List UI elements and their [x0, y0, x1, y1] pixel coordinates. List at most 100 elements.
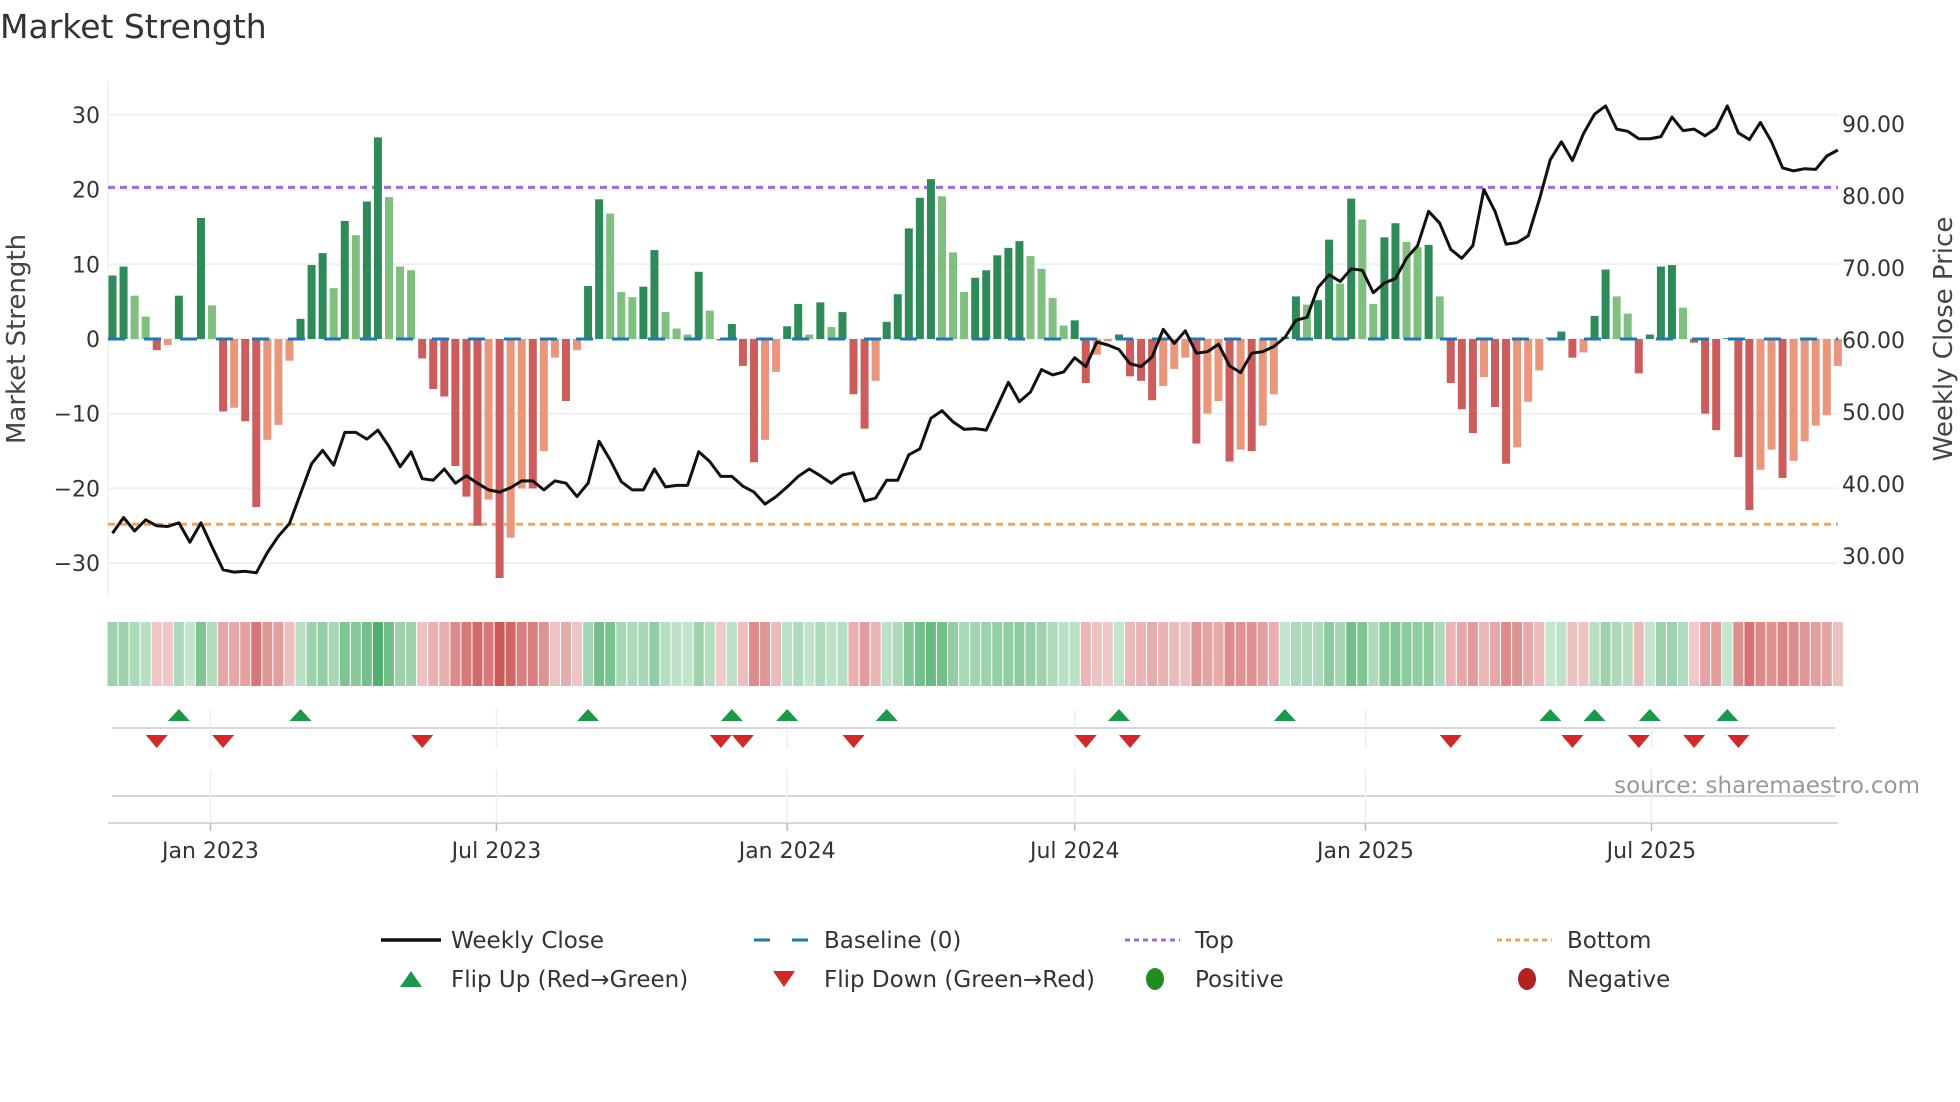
- heat-cell: [704, 622, 715, 686]
- heat-cell: [218, 622, 229, 686]
- strength-bar: [340, 220, 349, 339]
- heat-cell: [1733, 622, 1744, 686]
- flip-down-marker: [709, 735, 732, 748]
- heat-cell: [793, 622, 804, 686]
- y-tick-label: 30: [72, 104, 100, 129]
- strength-bar: [351, 235, 360, 339]
- heat-cell: [395, 622, 406, 686]
- heat-cell: [1158, 622, 1169, 686]
- flip-up-marker: [1539, 709, 1562, 721]
- heat-cell: [583, 622, 594, 686]
- strength-bar: [1048, 297, 1057, 339]
- heat-cell: [129, 622, 140, 686]
- heat-cell: [992, 622, 1003, 686]
- heat-cell: [1478, 622, 1489, 686]
- heat-cell: [1689, 622, 1700, 686]
- strength-bar: [849, 339, 858, 395]
- heat-cell: [804, 622, 815, 686]
- heat-cell: [494, 622, 505, 686]
- heat-cell: [1224, 622, 1235, 686]
- strength-bar: [1701, 339, 1710, 414]
- strength-bar: [174, 295, 183, 339]
- strength-bar: [506, 339, 515, 538]
- heat-cell: [162, 622, 173, 686]
- strength-bar: [196, 217, 205, 339]
- heat-cell: [1490, 622, 1500, 686]
- triangle-up-icon: [400, 971, 422, 987]
- heat-cell: [925, 622, 936, 686]
- heat-cell: [1755, 622, 1766, 686]
- strength-heat-strip: [107, 622, 1843, 686]
- y2-tick-label: 40.00: [1842, 473, 1905, 498]
- heat-cell: [671, 622, 682, 686]
- strength-bars: [108, 137, 1842, 579]
- strength-bar: [904, 228, 913, 339]
- strength-bar: [285, 339, 294, 361]
- x-tick-label: Jan 2025: [1315, 839, 1414, 864]
- heat-cell: [1235, 622, 1246, 686]
- strength-bar: [1479, 339, 1488, 378]
- heat-cell: [1523, 622, 1534, 686]
- heat-cell: [1821, 622, 1832, 686]
- heat-cell: [1279, 622, 1290, 686]
- heat-cell: [826, 622, 837, 686]
- heat-cell: [1102, 622, 1113, 686]
- strength-bar: [893, 294, 902, 339]
- flip-up-marker: [167, 709, 190, 721]
- heat-cell: [1379, 622, 1390, 686]
- strength-bar: [838, 312, 847, 339]
- heat-cell: [1434, 622, 1445, 686]
- strength-bar: [1468, 339, 1477, 434]
- strength-bar: [1756, 339, 1765, 470]
- flip-up-marker: [577, 709, 600, 721]
- flip-down-marker: [145, 735, 168, 748]
- strength-bar: [163, 339, 172, 345]
- strength-bar: [650, 250, 659, 339]
- strength-bar: [1159, 339, 1168, 387]
- heat-cell: [1136, 622, 1147, 686]
- strength-bar: [749, 339, 758, 463]
- heat-cell: [1069, 622, 1080, 686]
- strength-bar: [108, 275, 117, 339]
- strength-bar: [1568, 339, 1577, 358]
- heat-cell: [317, 622, 328, 686]
- heat-cell: [1445, 622, 1456, 686]
- heat-cell: [107, 622, 118, 686]
- strength-bar: [1789, 339, 1798, 461]
- strength-bar: [661, 312, 670, 339]
- heat-cell: [1390, 622, 1401, 686]
- strength-bar: [1413, 247, 1422, 339]
- y2-tick-label: 70.00: [1842, 257, 1905, 282]
- heat-cell: [1722, 622, 1733, 686]
- right-y-ticks: 90.00 80.00 70.00 60.00 50.00 40.00 30.00: [1842, 113, 1905, 570]
- heat-cell: [1058, 622, 1069, 686]
- heat-cell: [1600, 622, 1611, 686]
- strength-bar: [705, 310, 714, 339]
- heat-cell: [384, 622, 394, 686]
- heat-cell: [1191, 622, 1202, 686]
- strength-bar: [1314, 300, 1323, 339]
- y2-tick-label: 60.00: [1842, 329, 1905, 354]
- strength-bar: [738, 339, 747, 366]
- flip-up-marker: [289, 709, 312, 721]
- heat-cell: [1567, 622, 1578, 686]
- heat-cell: [627, 622, 638, 686]
- strength-bar: [373, 137, 382, 339]
- legend-label: Baseline (0): [824, 928, 961, 954]
- flip-down-marker: [1727, 735, 1750, 748]
- x-tick-label: Jan 2024: [737, 839, 836, 864]
- heat-cell: [649, 622, 660, 686]
- x-tick-label: Jul 2024: [1028, 839, 1120, 864]
- strength-bar: [429, 339, 438, 390]
- heat-cell: [306, 622, 317, 686]
- strength-bar: [595, 199, 604, 339]
- x-tick-label: Jul 2025: [1605, 839, 1697, 864]
- legend-item-negative: Negative: [1518, 967, 1670, 993]
- heat-cell: [1578, 622, 1589, 686]
- legend: Weekly Close Baseline (0) Top Bottom Flip Up…: [381, 928, 1670, 993]
- strength-bar: [550, 339, 559, 358]
- heat-cell: [903, 622, 914, 686]
- heat-cell: [505, 622, 516, 686]
- heat-cell: [1180, 622, 1191, 686]
- strength-bar: [926, 179, 935, 339]
